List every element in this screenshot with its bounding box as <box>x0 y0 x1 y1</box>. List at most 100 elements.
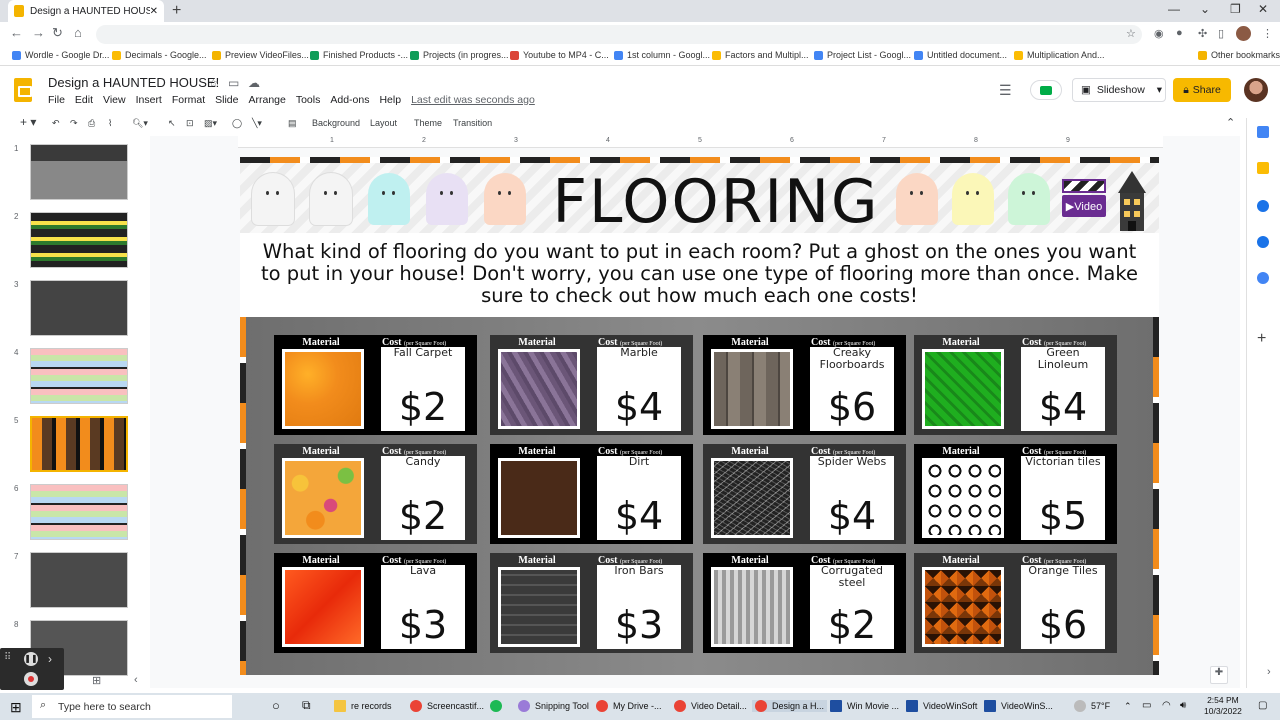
chevron-right-icon[interactable]: › <box>48 652 52 666</box>
document-title[interactable]: Design a HAUNTED HOUSE! <box>48 75 219 90</box>
slide-canvas[interactable]: FLOORING ▶Video What kind of flooring do… <box>240 157 1159 675</box>
star-icon[interactable]: ☆ <box>208 76 219 90</box>
redo-icon[interactable]: ↷ <box>70 118 78 129</box>
record-extension-icon[interactable]: ● <box>1176 27 1183 39</box>
line-icon[interactable]: ╲▾ <box>252 118 262 129</box>
star-icon[interactable]: ☆ <box>1126 27 1136 40</box>
profile-avatar[interactable] <box>1236 26 1251 41</box>
paint-format-icon[interactable]: ⌇ <box>108 118 112 129</box>
ghost-icon[interactable] <box>368 173 410 225</box>
flooring-card[interactable]: Material Cost (per Square Foot) Marble $4 <box>490 335 693 435</box>
zoom-icon[interactable]: 🔍︎▾ <box>132 118 148 129</box>
menu-arrange[interactable]: Arrange <box>248 94 285 106</box>
back-icon[interactable]: ← <box>10 25 23 40</box>
ghost-icon[interactable] <box>896 173 938 225</box>
flooring-card[interactable]: Material Cost (per Square Foot) Spider W… <box>703 444 906 544</box>
menu-file[interactable]: File <box>48 94 65 106</box>
bookmark-item[interactable]: Untitled document... <box>914 50 1007 60</box>
flooring-card[interactable]: Material Cost (per Square Foot) Dirt $4 <box>490 444 693 544</box>
taskbar-app[interactable]: Win Movie ... <box>830 700 899 712</box>
network-icon[interactable]: ▭ <box>1142 700 1151 711</box>
add-addon-icon[interactable]: + <box>1257 330 1266 348</box>
taskbar-app[interactable]: VideoWinSoft <box>906 700 977 712</box>
volume-icon[interactable]: 🔊︎ <box>1180 700 1186 711</box>
maximize-icon[interactable]: ❐ <box>1230 2 1241 16</box>
flooring-card[interactable]: Material Cost (per Square Foot) Lava $3 <box>274 553 477 653</box>
puzzle-icon[interactable]: ✣ <box>1198 27 1207 40</box>
omnibox[interactable] <box>96 25 1142 44</box>
menu-help[interactable]: Help <box>379 94 401 106</box>
flooring-card[interactable]: Material Cost (per Square Foot) Fall Car… <box>274 335 477 435</box>
bookmark-item[interactable]: Factors and Multipl... <box>712 50 809 60</box>
flooring-card[interactable]: Material Cost (per Square Foot) Orange T… <box>914 553 1117 653</box>
slide-thumbnail[interactable] <box>30 144 128 200</box>
slide-thumbnail[interactable] <box>30 484 128 540</box>
shape-icon[interactable]: ◯ <box>232 118 242 129</box>
share-button[interactable]: 🔒︎ Share <box>1173 78 1231 102</box>
grid-view-icon[interactable]: ⊞ <box>92 674 101 687</box>
tasks-icon[interactable] <box>1257 200 1269 212</box>
bookmark-item[interactable]: Youtube to MP4 - C... <box>510 50 609 60</box>
sidepanel-icon[interactable]: ▯ <box>1218 27 1224 40</box>
close-window-icon[interactable]: ✕ <box>1258 2 1268 16</box>
print-icon[interactable]: ⎙ <box>88 118 95 129</box>
video-button[interactable]: ▶Video <box>1058 179 1108 229</box>
slide-thumbnail[interactable] <box>30 552 128 608</box>
clock[interactable]: 2:54 PM 10/3/2022 <box>1204 695 1242 717</box>
slide-thumbnail[interactable] <box>30 280 128 336</box>
menu-edit[interactable]: Edit <box>75 94 93 106</box>
keep-icon[interactable] <box>1257 162 1269 174</box>
move-folder-icon[interactable]: ▭ <box>228 76 239 90</box>
flooring-card[interactable]: Material Cost (per Square Foot) Green Li… <box>914 335 1117 435</box>
task-view-icon[interactable]: ⧉ <box>302 698 311 713</box>
bookmark-item[interactable]: Projects (in progres... <box>410 50 509 60</box>
taskbar-app[interactable]: Snipping Tool <box>518 700 589 712</box>
minimize-icon[interactable]: — <box>1168 2 1180 16</box>
drag-handle-icon[interactable]: ⠿ <box>4 652 11 663</box>
background-button[interactable]: Background <box>312 118 360 128</box>
taskbar-app[interactable]: re records <box>334 700 392 712</box>
bookmark-item[interactable]: Multiplication And... <box>1014 50 1105 60</box>
last-edit-link[interactable]: Last edit was seconds ago <box>411 94 535 106</box>
slide-thumbnail[interactable] <box>30 212 128 268</box>
ghost-icon[interactable] <box>426 173 468 225</box>
select-icon[interactable]: ↖ <box>168 118 176 129</box>
menu-insert[interactable]: Insert <box>136 94 162 106</box>
calendar-icon[interactable] <box>1257 126 1269 138</box>
forward-icon[interactable]: → <box>32 25 45 40</box>
menu-tools[interactable]: Tools <box>296 94 321 106</box>
ghost-icon[interactable] <box>484 173 526 225</box>
menu-format[interactable]: Format <box>172 94 205 106</box>
menu-view[interactable]: View <box>103 94 126 106</box>
stop-button[interactable] <box>24 672 38 686</box>
new-slide-icon[interactable]: + ▾ <box>20 115 36 129</box>
home-icon[interactable]: ⌂ <box>74 25 82 40</box>
theme-button[interactable]: Theme <box>414 118 442 128</box>
flooring-card[interactable]: Material Cost (per Square Foot) Candy $2 <box>274 444 477 544</box>
text-box-icon[interactable]: ⊡ <box>186 118 194 129</box>
windows-start-icon[interactable]: ⊞ <box>10 699 22 716</box>
cortana-icon[interactable]: ○ <box>272 698 280 713</box>
extension-icon[interactable]: ◉ <box>1154 27 1164 40</box>
avatar[interactable] <box>1244 78 1268 102</box>
taskbar-app[interactable] <box>490 700 507 712</box>
flooring-card[interactable]: Material Cost (per Square Foot) Corrugat… <box>703 553 906 653</box>
meet-button[interactable] <box>1030 80 1062 100</box>
image-icon[interactable]: ▨▾ <box>204 118 217 129</box>
collapse-toolbar-icon[interactable]: ⌃ <box>1226 116 1235 129</box>
taskbar-app-active[interactable]: Design a H... <box>752 700 828 712</box>
browser-tab[interactable]: Design a HAUNTED HOUSE! - Go ✕ <box>8 0 164 22</box>
new-tab-button[interactable]: + <box>172 2 181 20</box>
transition-button[interactable]: Transition <box>453 118 492 128</box>
menu-slide[interactable]: Slide <box>215 94 238 106</box>
contacts-icon[interactable] <box>1257 236 1269 248</box>
undo-icon[interactable]: ↶ <box>52 118 60 129</box>
notifications-icon[interactable]: ▢ <box>1258 700 1267 711</box>
bookmark-item[interactable]: 1st column - Googl... <box>614 50 710 60</box>
ghost-icon[interactable] <box>252 173 294 225</box>
slideshow-button[interactable]: ▣ Slideshow ▾ <box>1072 78 1166 102</box>
bookmark-item[interactable]: Wordle - Google Dr... <box>12 50 109 60</box>
chevron-down-icon[interactable]: ▾ <box>1157 84 1162 96</box>
weather-widget[interactable]: 57°F <box>1074 700 1110 712</box>
pause-icon[interactable]: ❚❚ <box>24 652 38 666</box>
